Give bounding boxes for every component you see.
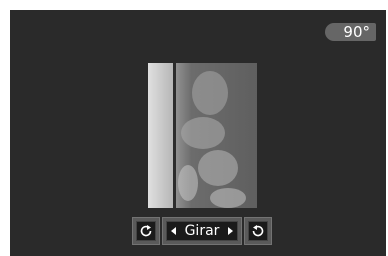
preview-photo xyxy=(148,63,257,208)
rotation-angle-value: 90° xyxy=(343,23,370,41)
triangle-left-icon[interactable] xyxy=(171,227,176,235)
rotate-right-button[interactable] xyxy=(244,217,272,245)
rotate-label: Girar xyxy=(184,223,220,239)
rotate-selector[interactable]: Girar xyxy=(162,217,242,245)
rotate-counterclockwise-icon xyxy=(136,221,156,241)
rotate-controls: Girar xyxy=(132,217,272,245)
image-preview xyxy=(148,63,257,208)
triangle-right-icon[interactable] xyxy=(228,227,233,235)
rotate-clockwise-icon xyxy=(248,221,268,241)
rotate-left-button[interactable] xyxy=(132,217,160,245)
rotate-screen: 90° Girar xyxy=(10,10,386,256)
rotation-angle-badge: 90° xyxy=(325,23,376,41)
